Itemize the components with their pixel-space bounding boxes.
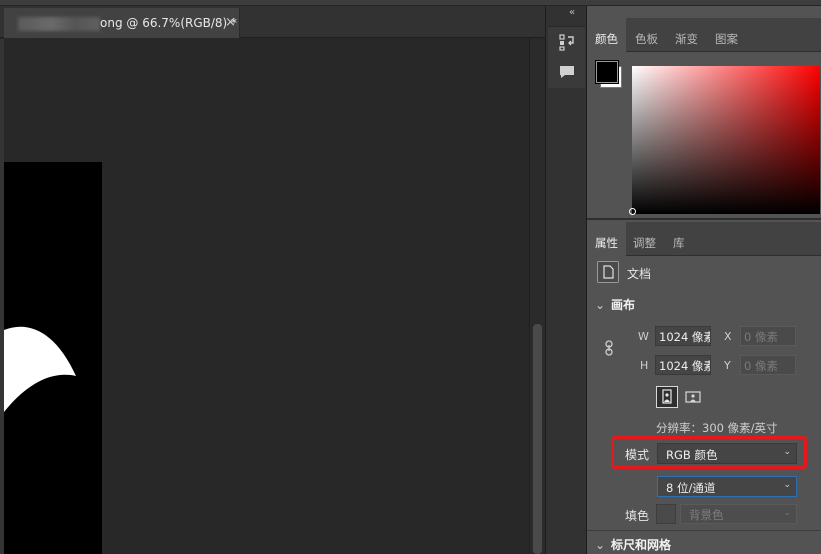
document-area: ong @ 66.7%(RGB/8) * ×	[0, 6, 545, 554]
tab-gradients[interactable]: 渐变	[667, 18, 706, 52]
chevron-down-icon: ⌄	[595, 298, 606, 312]
canvas-section-title: 画布	[611, 298, 636, 312]
mode-dropdown[interactable]: RGB 颜色 ⌄	[657, 443, 797, 464]
right-panel-dock: 颜色 色板 渐变 图案 属性 调整 库 文档 ⌄ 画布 W 1024 像素 X …	[587, 6, 821, 554]
fill-color-swatch[interactable]	[656, 504, 676, 524]
tab-adjustments[interactable]: 调整	[625, 222, 664, 256]
tab-libraries[interactable]: 库	[665, 222, 693, 256]
chevron-down-icon: ⌄	[783, 480, 791, 490]
vertical-scrollbar[interactable]	[529, 39, 545, 554]
x-field[interactable]: 0 像素	[740, 326, 796, 346]
tab-swatches[interactable]: 色板	[627, 18, 666, 52]
mode-value: RGB 颜色	[666, 448, 718, 462]
portrait-orientation-button[interactable]	[656, 386, 678, 408]
resolution-text: 分辨率：300 像素/英寸	[656, 421, 778, 435]
scrollbar-thumb[interactable]	[533, 324, 542, 554]
color-picker-field[interactable]	[629, 66, 820, 215]
chevron-down-icon: ⌄	[783, 447, 791, 457]
document-tab-bar: ong @ 66.7%(RGB/8) * ×	[0, 6, 545, 38]
link-dimensions-icon[interactable]	[603, 340, 615, 356]
height-label: H	[640, 359, 649, 372]
tab-patterns[interactable]: 图案	[707, 18, 746, 52]
properties-panel: 文档 ⌄ 画布 W 1024 像素 X 0 像素 H 1024 像素 Y 0 像素	[587, 256, 821, 552]
white-crescent-shape	[4, 326, 76, 412]
document-label: 文档	[627, 267, 652, 281]
tab-color[interactable]: 颜色	[587, 18, 626, 52]
y-label: Y	[724, 359, 731, 372]
comment-icon[interactable]	[558, 63, 576, 81]
height-field[interactable]: 1024 像素	[655, 355, 711, 375]
blurred-filename	[18, 17, 100, 31]
color-panel	[587, 52, 821, 238]
bit-depth-value: 8 位/通道	[666, 481, 716, 495]
document-icon	[597, 261, 619, 283]
chevron-down-icon: ⌄	[783, 508, 791, 518]
tab-properties[interactable]: 属性	[587, 222, 626, 256]
collapse-panels-icon[interactable]: «	[569, 7, 575, 18]
photoshop-window: ong @ 66.7%(RGB/8) * × « 颜色 色板 渐变 图案 属性 …	[0, 0, 821, 554]
fill-dropdown[interactable]: 背景色 ⌄	[680, 504, 797, 524]
color-panel-tabs: 颜色 色板 渐变 图案	[587, 18, 821, 52]
canvas-workspace[interactable]	[4, 39, 529, 554]
landscape-orientation-button[interactable]	[682, 386, 704, 408]
fill-value: 背景色	[689, 508, 724, 522]
width-field[interactable]: 1024 像素	[655, 326, 711, 346]
rulers-section-title: 标尺和网格	[611, 538, 672, 552]
chevron-down-icon: ⌄	[595, 538, 606, 552]
collapsed-panel-strip: «	[545, 6, 587, 554]
panel-divider	[587, 218, 821, 220]
document-tab-title: ong @ 66.7%(RGB/8) *	[100, 16, 238, 30]
x-label: X	[724, 330, 732, 343]
properties-panel-tabs: 属性 调整 库	[587, 222, 821, 256]
history-icon[interactable]	[558, 33, 576, 51]
close-tab-button[interactable]: ×	[225, 15, 236, 30]
document-tab[interactable]: ong @ 66.7%(RGB/8) * ×	[4, 8, 240, 38]
rulers-grids-section-header[interactable]: ⌄ 标尺和网格	[595, 536, 671, 553]
collapsed-panel-group	[548, 26, 585, 88]
mode-label: 模式	[625, 448, 650, 462]
width-label: W	[638, 330, 649, 343]
y-field[interactable]: 0 像素	[740, 355, 796, 375]
fill-label: 填色	[625, 509, 650, 523]
canvas-section-header[interactable]: ⌄ 画布	[595, 296, 635, 313]
color-picker-cursor[interactable]	[629, 208, 636, 215]
foreground-color-swatch[interactable]	[595, 60, 619, 84]
canvas-image[interactable]	[4, 162, 102, 554]
bit-depth-dropdown[interactable]: 8 位/通道 ⌄	[657, 476, 797, 497]
